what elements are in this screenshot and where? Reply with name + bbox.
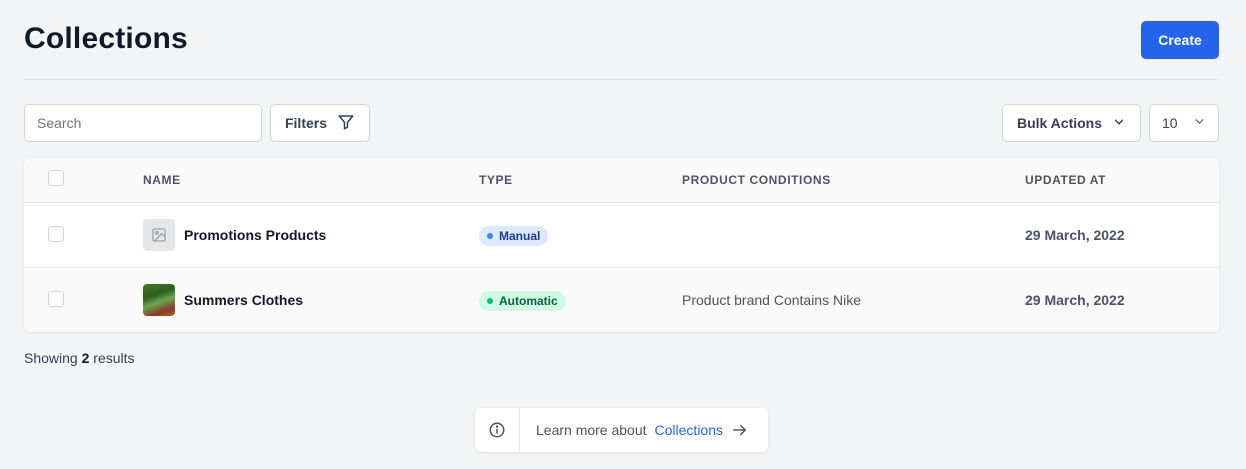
- status-dot: [487, 233, 493, 239]
- collection-thumbnail: [143, 284, 175, 316]
- table-row[interactable]: Summers Clothes Automatic Product brand …: [24, 268, 1219, 332]
- type-label: Automatic: [499, 294, 558, 308]
- collections-link[interactable]: Collections: [655, 422, 723, 438]
- collection-name[interactable]: Summers Clothes: [184, 292, 303, 308]
- toolbar: Filters Bulk Actions 10: [24, 104, 1219, 142]
- results-suffix: results: [93, 350, 135, 366]
- collections-table: NAME TYPE PRODUCT CONDITIONS UPDATED AT …: [24, 158, 1219, 332]
- results-count: Showing 2 results: [24, 350, 135, 366]
- bulk-actions-button[interactable]: Bulk Actions: [1002, 104, 1141, 142]
- filters-button[interactable]: Filters: [270, 104, 370, 142]
- updated-at: 29 March, 2022: [1025, 292, 1125, 308]
- info-icon: [475, 408, 520, 452]
- type-badge: Manual: [479, 226, 549, 246]
- collection-name[interactable]: Promotions Products: [184, 227, 326, 243]
- create-button[interactable]: Create: [1141, 21, 1219, 59]
- chevron-down-icon: [1193, 115, 1206, 131]
- updated-at: 29 March, 2022: [1025, 227, 1125, 243]
- column-header-updated-at[interactable]: UPDATED AT: [1025, 173, 1106, 187]
- page-header: Collections Create: [24, 0, 1219, 80]
- column-header-conditions[interactable]: PRODUCT CONDITIONS: [682, 173, 831, 187]
- page-title: Collections: [24, 22, 188, 55]
- filter-icon: [337, 113, 355, 134]
- learn-more-text: Learn more about: [536, 422, 647, 438]
- learn-more-banner: Learn more about Collections: [475, 408, 768, 452]
- results-number: 2: [81, 350, 90, 366]
- row-checkbox[interactable]: [48, 291, 64, 307]
- column-header-type[interactable]: TYPE: [479, 173, 513, 187]
- table-header: NAME TYPE PRODUCT CONDITIONS UPDATED AT: [24, 158, 1219, 203]
- product-conditions: Product brand Contains Nike: [682, 292, 861, 308]
- search-input[interactable]: [24, 104, 262, 142]
- results-prefix: Showing: [24, 350, 78, 366]
- per-page-select[interactable]: 10: [1149, 104, 1219, 142]
- chevron-down-icon: [1112, 115, 1126, 132]
- per-page-value: 10: [1162, 115, 1178, 131]
- row-checkbox[interactable]: [48, 226, 64, 242]
- image-placeholder-icon: [143, 219, 175, 251]
- arrow-right-icon[interactable]: [731, 421, 749, 439]
- filters-label: Filters: [284, 115, 327, 131]
- bulk-actions-label: Bulk Actions: [1016, 115, 1103, 131]
- status-dot: [487, 298, 493, 304]
- type-label: Manual: [499, 229, 541, 243]
- table-row[interactable]: Promotions Products Manual 29 March, 202…: [24, 203, 1219, 268]
- column-header-name[interactable]: NAME: [143, 173, 181, 187]
- select-all-checkbox[interactable]: [48, 170, 64, 186]
- type-badge: Automatic: [479, 291, 566, 311]
